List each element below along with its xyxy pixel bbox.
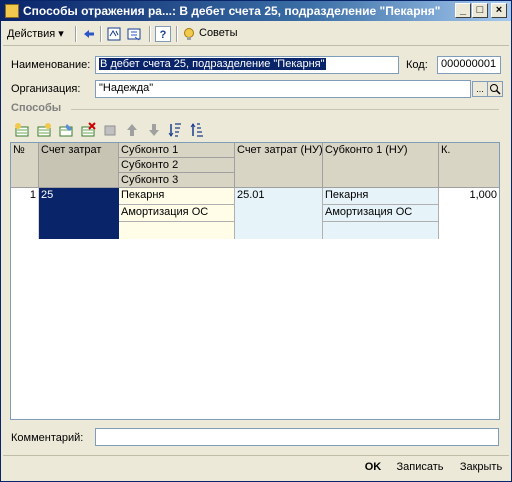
- toolbar-separator: [100, 26, 102, 42]
- column-header-cost-account[interactable]: Счет затрат: [39, 143, 119, 188]
- org-field[interactable]: "Надежда": [95, 80, 471, 98]
- column-header-subconto1[interactable]: Субконто 1: [119, 143, 235, 158]
- org-select-button[interactable]: ...: [472, 81, 488, 97]
- column-header-subconto1-nu[interactable]: Субконто 1 (НУ): [323, 143, 439, 188]
- save-button[interactable]: Записать: [392, 457, 448, 477]
- column-header-subconto2[interactable]: Субконто 2: [119, 158, 235, 173]
- move-down-icon[interactable]: [146, 122, 162, 138]
- structure-icon[interactable]: [126, 26, 142, 42]
- journal-icon[interactable]: [106, 26, 122, 42]
- row-number[interactable]: 1: [11, 188, 39, 239]
- toolbar-separator: [149, 26, 151, 42]
- cell-subconto1-nu[interactable]: Пекарня: [323, 188, 439, 205]
- sort-ascending-icon[interactable]: [168, 122, 184, 138]
- toolbar: Действия ▾ ? Советы: [3, 23, 509, 46]
- footer-divider: [3, 455, 509, 456]
- comment-label: Комментарий:: [11, 432, 84, 444]
- methods-table[interactable]: № Счет затрат Субконто 1 Субконто 2 Субк…: [10, 142, 500, 420]
- org-search-icon[interactable]: [487, 81, 503, 97]
- toolbar-separator: [75, 26, 77, 42]
- column-header-cost-account-nu[interactable]: Счет затрат (НУ): [235, 143, 323, 188]
- comment-field[interactable]: [95, 428, 499, 446]
- section-divider: [71, 109, 499, 110]
- cell-subconto3-nu[interactable]: [323, 222, 439, 239]
- toolbar-separator: [176, 26, 178, 42]
- cell-cost-account-nu[interactable]: 25.01: [235, 188, 323, 239]
- cell-k[interactable]: 1,000: [439, 188, 499, 239]
- cell-subconto1[interactable]: Пекарня: [119, 188, 235, 205]
- help-icon[interactable]: ?: [155, 26, 171, 42]
- add-subrow-icon[interactable]: [36, 122, 52, 138]
- title-bar[interactable]: Способы отражения ра...: В дебет счета 2…: [1, 1, 511, 21]
- window-title: Способы отражения ра...: В дебет счета 2…: [23, 4, 441, 18]
- name-field[interactable]: В дебет счета 25, подразделение "Пекарня…: [95, 56, 399, 74]
- back-arrow-icon[interactable]: [81, 26, 97, 42]
- advice-icon[interactable]: [181, 26, 197, 42]
- column-header-k[interactable]: К.: [439, 143, 499, 188]
- code-label: Код:: [406, 59, 428, 71]
- app-icon: [5, 4, 19, 18]
- sort-descending-icon[interactable]: [190, 122, 206, 138]
- column-header-n[interactable]: №: [11, 143, 39, 188]
- dialog-window: Способы отражения ра...: В дебет счета 2…: [0, 0, 512, 482]
- end-edit-icon[interactable]: [102, 122, 118, 138]
- edit-row-icon[interactable]: [58, 122, 74, 138]
- code-field[interactable]: 000000001: [437, 56, 501, 74]
- ok-button[interactable]: OK: [361, 457, 385, 477]
- org-label: Организация:: [11, 83, 81, 95]
- delete-row-icon[interactable]: [80, 122, 96, 138]
- cell-subconto3[interactable]: [119, 222, 235, 239]
- name-value: В дебет счета 25, подразделение "Пекарня…: [99, 58, 326, 70]
- maximize-button[interactable]: □: [472, 3, 488, 18]
- move-up-icon[interactable]: [124, 122, 140, 138]
- cell-subconto2-nu[interactable]: Амортизация ОС: [323, 205, 439, 222]
- minimize-button[interactable]: _: [455, 3, 471, 18]
- close-button[interactable]: ×: [491, 3, 507, 18]
- close-dialog-button[interactable]: Закрыть: [454, 457, 508, 477]
- section-title: Способы: [11, 102, 62, 114]
- cell-subconto2[interactable]: Амортизация ОС: [119, 205, 235, 222]
- name-label: Наименование:: [11, 59, 91, 71]
- column-header-subconto3[interactable]: Субконто 3: [119, 173, 235, 188]
- actions-menu[interactable]: Действия ▾: [7, 27, 64, 40]
- cell-cost-account[interactable]: 25: [39, 188, 119, 239]
- advice-button[interactable]: Советы: [199, 27, 237, 39]
- add-row-icon[interactable]: [14, 122, 30, 138]
